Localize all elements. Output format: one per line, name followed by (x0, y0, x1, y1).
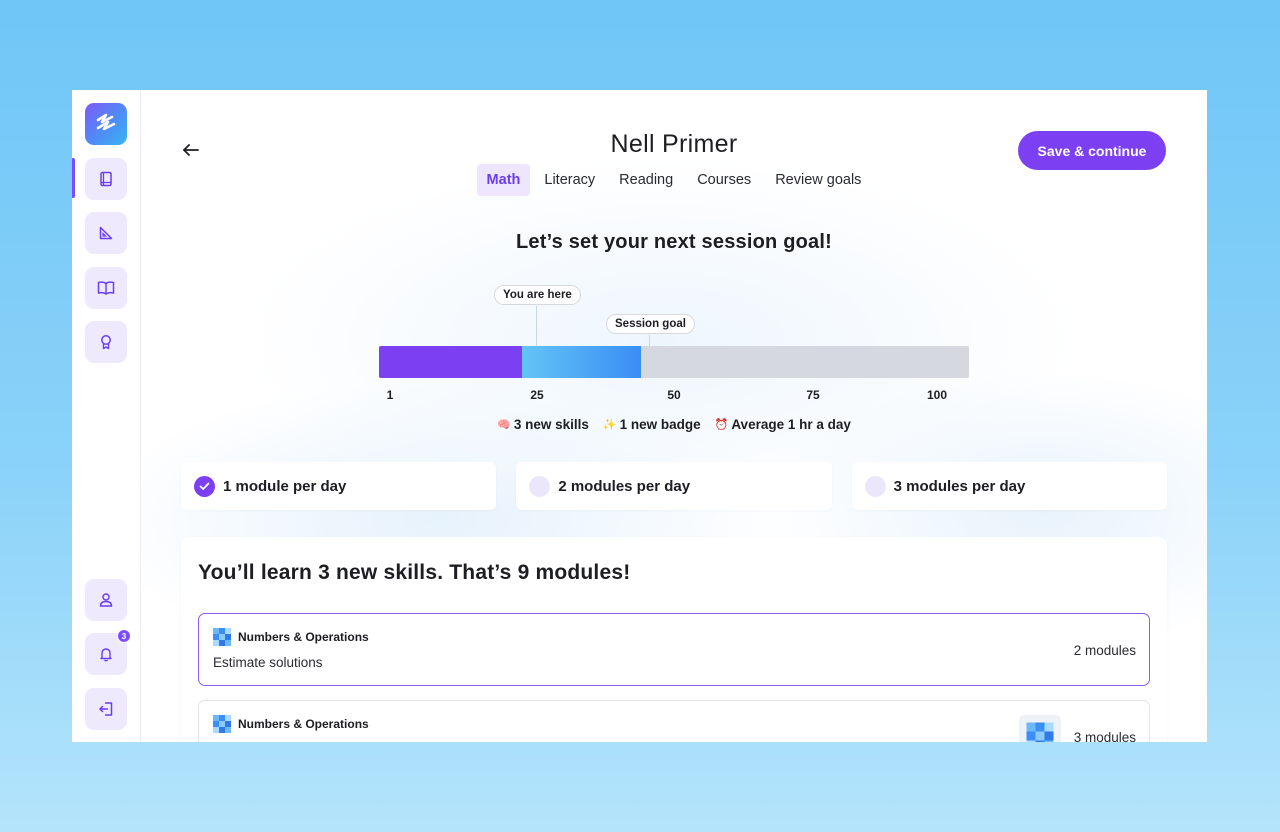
sidebar-item-profile[interactable] (85, 579, 127, 621)
sparkles-icon: ✨ (602, 419, 617, 431)
scale-tick-1: 1 (386, 388, 394, 402)
sidebar-item-logout[interactable] (85, 688, 127, 730)
option-label: 3 modules per day (893, 477, 1026, 495)
main-content: Nell Primer Math Literacy Reading Course… (141, 90, 1207, 742)
save-continue-button[interactable]: Save & continue (1018, 131, 1166, 170)
radio-unchecked[interactable] (529, 475, 551, 497)
radio-checked[interactable] (194, 475, 215, 497)
option-label: 1 module per day (223, 477, 347, 495)
app-logo[interactable] (85, 103, 127, 145)
sidebar-item-book[interactable] (85, 158, 127, 200)
app-window: 3 Nell Primer Math Literacy Reading Cour… (72, 90, 1207, 742)
alarm-clock-icon: ⏰ (714, 419, 729, 431)
open-book-icon (97, 281, 115, 295)
skill-category: Numbers & Operations (213, 628, 369, 646)
stat-skills: 🧠 3 new skills (497, 417, 589, 432)
skill-thumbnail (1019, 715, 1061, 742)
notification-badge: 3 (117, 629, 131, 643)
stat-badge: ✨ 1 new badge (602, 417, 701, 432)
option-1-module[interactable]: 1 module per day (181, 462, 497, 510)
you-are-here-label: You are here (494, 285, 581, 305)
active-indicator (72, 158, 75, 198)
sidebar-item-awards[interactable] (85, 321, 127, 363)
book-icon (100, 171, 112, 187)
scale-tick-100: 100 (926, 388, 948, 402)
goal-progress-bar[interactable] (379, 346, 969, 378)
blocks-icon (213, 715, 231, 733)
tab-reading[interactable]: Reading (609, 164, 683, 196)
tab-literacy[interactable]: Literacy (534, 164, 605, 196)
skill-module-count: 3 modules (1073, 730, 1136, 742)
sidebar-item-notifications[interactable]: 3 (85, 629, 131, 675)
sidebar: 3 (72, 90, 141, 742)
goal-stats: 🧠 3 new skills ✨ 1 new badge ⏰ Average 1 hr… (141, 417, 1207, 432)
check-icon (199, 482, 210, 490)
session-goal-label: Session goal (606, 314, 695, 334)
progress-current-fill (379, 346, 523, 378)
pace-options: 1 module per day 2 modules per day 3 mod… (181, 462, 1167, 510)
ruler-triangle-icon (99, 226, 113, 240)
stat-time: ⏰ Average 1 hr a day (714, 417, 851, 432)
bell-icon (100, 648, 112, 662)
tab-math[interactable]: Math (476, 164, 531, 196)
scale-tick-75: 75 (806, 388, 820, 402)
skill-item[interactable]: Numbers & Operations 3 modules (198, 700, 1150, 742)
skill-name: Estimate solutions (213, 655, 323, 670)
user-icon (99, 593, 113, 607)
skill-module-count: 2 modules (1073, 643, 1136, 658)
brain-icon: 🧠 (497, 419, 511, 431)
skill-category: Numbers & Operations (213, 715, 369, 733)
goal-heading: Let’s set your next session goal! (516, 231, 832, 253)
progress-goal-fill (522, 346, 642, 378)
session-goal-pointer (649, 335, 650, 346)
scale-tick-50: 50 (667, 388, 681, 402)
blocks-icon (1026, 722, 1054, 742)
logo-icon (96, 113, 116, 131)
logout-icon (99, 702, 113, 716)
scale-tick-25: 25 (530, 388, 544, 402)
option-label: 2 modules per day (558, 477, 691, 495)
tab-review-goals[interactable]: Review goals (765, 164, 871, 196)
sidebar-item-reading[interactable] (85, 267, 127, 309)
sidebar-item-geometry[interactable] (85, 212, 127, 254)
skill-item[interactable]: Numbers & Operations Estimate solutions … (198, 613, 1150, 686)
summary-title: You’ll learn 3 new skills. That’s 9 modu… (198, 561, 631, 584)
award-icon (101, 335, 111, 350)
blocks-icon (213, 628, 231, 646)
option-2-modules[interactable]: 2 modules per day (516, 462, 832, 510)
skills-summary-card: You’ll learn 3 new skills. That’s 9 modu… (181, 537, 1167, 742)
radio-unchecked[interactable] (864, 475, 886, 497)
option-3-modules[interactable]: 3 modules per day (851, 462, 1167, 510)
you-are-here-pointer (536, 306, 537, 346)
tab-courses[interactable]: Courses (687, 164, 761, 196)
